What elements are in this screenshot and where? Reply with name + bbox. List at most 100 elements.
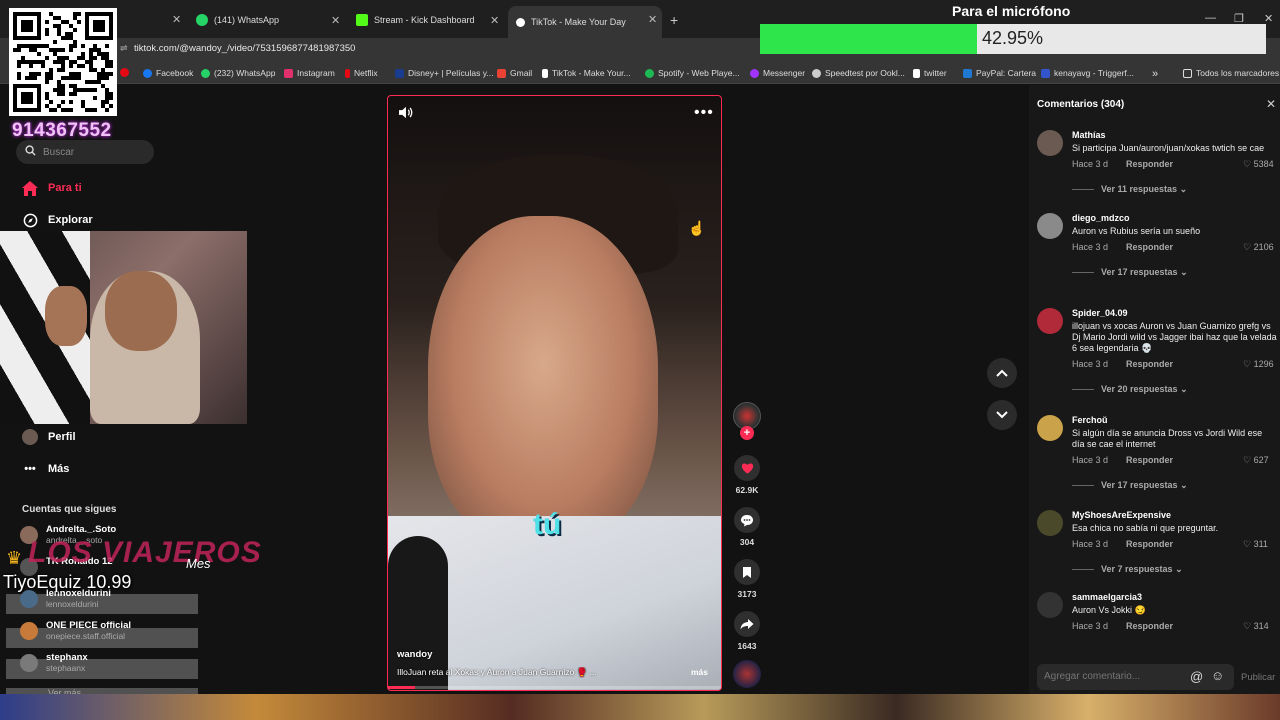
video-progress-fill bbox=[388, 686, 415, 689]
view-replies-button[interactable]: Ver 11 respuestas ⌄ bbox=[1072, 184, 1187, 195]
close-icon[interactable]: ✕ bbox=[490, 14, 499, 27]
emoji-icon[interactable]: ☺ bbox=[1211, 668, 1224, 683]
comment-button[interactable]: 304 bbox=[733, 507, 761, 547]
all-bookmarks-folder[interactable]: Todos los marcadores bbox=[1183, 68, 1279, 78]
comment-username[interactable]: Mathías bbox=[1072, 130, 1106, 140]
comment-icon[interactable] bbox=[734, 507, 760, 533]
comment-like-button[interactable]: ♡ 627 bbox=[1243, 455, 1269, 466]
caption-more-link[interactable]: más bbox=[691, 667, 708, 677]
comment-username[interactable]: MyShoesAreExpensive bbox=[1072, 510, 1171, 520]
more-options-icon[interactable]: ••• bbox=[694, 104, 714, 122]
close-icon[interactable]: ✕ bbox=[648, 13, 657, 26]
share-button[interactable]: 1643 bbox=[733, 611, 761, 651]
comment-time: Hace 3 d bbox=[1072, 539, 1109, 549]
mic-goal-title: Para el micrófono bbox=[952, 3, 1071, 19]
comment-like-button[interactable]: ♡ 311 bbox=[1243, 539, 1268, 550]
reply-button[interactable]: Responder bbox=[1126, 621, 1173, 631]
comment-username[interactable]: Ferchoŭ bbox=[1072, 415, 1108, 425]
site-info-icon[interactable]: ⇌ bbox=[120, 43, 128, 54]
follow-plus-icon[interactable]: + bbox=[740, 426, 754, 440]
comment-like-button[interactable]: ♡ 314 bbox=[1243, 621, 1269, 632]
comment-time: Hace 3 d bbox=[1072, 359, 1109, 369]
chevron-up-icon bbox=[996, 369, 1008, 377]
bookmark-kenayavg[interactable]: kenayavg - Triggerf... bbox=[1041, 68, 1134, 78]
avatar[interactable] bbox=[1037, 308, 1063, 334]
bookmark-twitter[interactable]: twitter bbox=[913, 68, 947, 78]
comment-like-button[interactable]: ♡ 5384 bbox=[1243, 159, 1274, 170]
comment-like-button[interactable]: ♡ 2106 bbox=[1243, 242, 1274, 253]
bookmark-whatsapp[interactable]: (232) WhatsApp bbox=[201, 68, 275, 78]
tab-whatsapp[interactable]: (141) WhatsApp ✕ bbox=[196, 8, 342, 32]
post-comment-button[interactable]: Publicar bbox=[1241, 672, 1275, 683]
comment-username[interactable]: sammaelgarcia3 bbox=[1072, 592, 1142, 602]
comment-username[interactable]: diego_mdzco bbox=[1072, 213, 1130, 223]
comment-input[interactable] bbox=[1037, 664, 1234, 690]
avatar[interactable] bbox=[1037, 510, 1063, 536]
bookmark-gmail[interactable]: Gmail bbox=[497, 68, 532, 78]
view-replies-label: Ver 11 respuestas bbox=[1101, 184, 1178, 194]
bookmark-messenger[interactable]: Messenger bbox=[750, 68, 805, 78]
save-button[interactable]: 3173 bbox=[733, 559, 761, 599]
more-bookmarks-icon[interactable]: » bbox=[1152, 68, 1158, 80]
share-icon[interactable] bbox=[734, 611, 760, 637]
reply-button[interactable]: Responder bbox=[1126, 359, 1173, 369]
bookmark-icon[interactable] bbox=[120, 68, 133, 77]
view-replies-button[interactable]: Ver 17 respuestas ⌄ bbox=[1072, 480, 1188, 491]
avatar[interactable] bbox=[1037, 592, 1063, 618]
video-username[interactable]: wandoy bbox=[397, 649, 432, 660]
nav-perfil[interactable]: Perfil bbox=[22, 429, 76, 445]
reply-button[interactable]: Responder bbox=[1126, 159, 1173, 169]
bookmark-paypal[interactable]: PayPal: Cartera bbox=[963, 68, 1036, 78]
reply-button[interactable]: Responder bbox=[1126, 455, 1173, 465]
bookmark-netflix[interactable]: Netflix bbox=[345, 68, 378, 78]
tab-kick[interactable]: Stream - Kick Dashboard ✕ bbox=[356, 8, 502, 32]
nav-mas[interactable]: ••• Más bbox=[22, 461, 69, 477]
new-tab-button[interactable]: + bbox=[670, 12, 678, 28]
heart-icon[interactable] bbox=[734, 455, 760, 481]
bookmarks-bar: Facebook (232) WhatsApp Instagram Netfli… bbox=[0, 62, 1280, 84]
reply-button[interactable]: Responder bbox=[1126, 242, 1173, 252]
volume-icon[interactable] bbox=[398, 106, 413, 124]
nav-explorar[interactable]: Explorar bbox=[22, 212, 93, 228]
view-replies-button[interactable]: Ver 20 respuestas ⌄ bbox=[1072, 384, 1188, 395]
avatar[interactable] bbox=[1037, 130, 1063, 156]
video-player[interactable]: tú ••• wandoy IlloJuan reta al Xokas y A… bbox=[387, 95, 722, 691]
bookmark-tiktok[interactable]: TikTok - Make Your... bbox=[542, 68, 631, 78]
mention-icon[interactable]: @ bbox=[1190, 669, 1203, 684]
like-button[interactable]: 62.9K bbox=[733, 455, 761, 495]
avatar[interactable] bbox=[1037, 213, 1063, 239]
comment-text: illojuan vs xocas Auron vs Juan Guarnizo… bbox=[1072, 321, 1277, 353]
search-input[interactable]: Buscar bbox=[16, 140, 154, 164]
close-icon[interactable]: ✕ bbox=[1266, 97, 1276, 111]
following-title: Cuentas que sigues bbox=[22, 504, 117, 515]
comment-username[interactable]: Spider_04.09 bbox=[1072, 308, 1128, 318]
minimize-icon[interactable]: — bbox=[1205, 12, 1216, 24]
comment-like-button[interactable]: ♡ 1296 bbox=[1243, 359, 1274, 370]
comments-title: Comentarios (304) bbox=[1037, 99, 1125, 110]
next-video-button[interactable] bbox=[987, 400, 1017, 430]
bookmark-spotify[interactable]: Spotify - Web Playe... bbox=[645, 68, 740, 78]
bookmark-icon[interactable] bbox=[734, 559, 760, 585]
view-replies-button[interactable]: Ver 7 respuestas ⌄ bbox=[1072, 564, 1183, 575]
nav-para-ti[interactable]: Para ti bbox=[22, 180, 82, 196]
url-text[interactable]: tiktok.com/@wandoy_/video/75315968774819… bbox=[134, 43, 355, 54]
account-handle: lennoxeldurini bbox=[46, 599, 99, 609]
sound-disc-icon[interactable] bbox=[733, 660, 761, 688]
video-progress-bar[interactable] bbox=[388, 686, 721, 689]
reply-button[interactable]: Responder bbox=[1126, 539, 1173, 549]
view-replies-button[interactable]: Ver 17 respuestas ⌄ bbox=[1072, 267, 1188, 278]
close-icon[interactable]: ✕ bbox=[331, 14, 340, 27]
comment-text: Si participa Juan/auron/juan/xokas twtic… bbox=[1072, 143, 1265, 153]
followed-account[interactable]: ONE PIECE official onepiece.staff.officia… bbox=[20, 620, 131, 641]
bookmark-disney[interactable]: Disney+ | Películas y... bbox=[395, 68, 493, 78]
bookmark-instagram[interactable]: Instagram bbox=[284, 68, 335, 78]
bookmark-facebook[interactable]: Facebook bbox=[143, 68, 193, 78]
previous-video-button[interactable] bbox=[987, 358, 1017, 388]
followed-account[interactable]: stephanx stephaanx bbox=[20, 652, 88, 673]
close-icon[interactable]: ✕ bbox=[172, 13, 181, 26]
tab-tiktok[interactable]: TikTok - Make Your Day ✕ bbox=[508, 6, 662, 38]
avatar[interactable] bbox=[1037, 415, 1063, 441]
bookmark-speedtest[interactable]: Speedtest por Ookl... bbox=[812, 68, 905, 78]
chevron-down-icon: ⌄ bbox=[1175, 564, 1183, 574]
heart-outline-icon: ♡ bbox=[1243, 539, 1254, 549]
